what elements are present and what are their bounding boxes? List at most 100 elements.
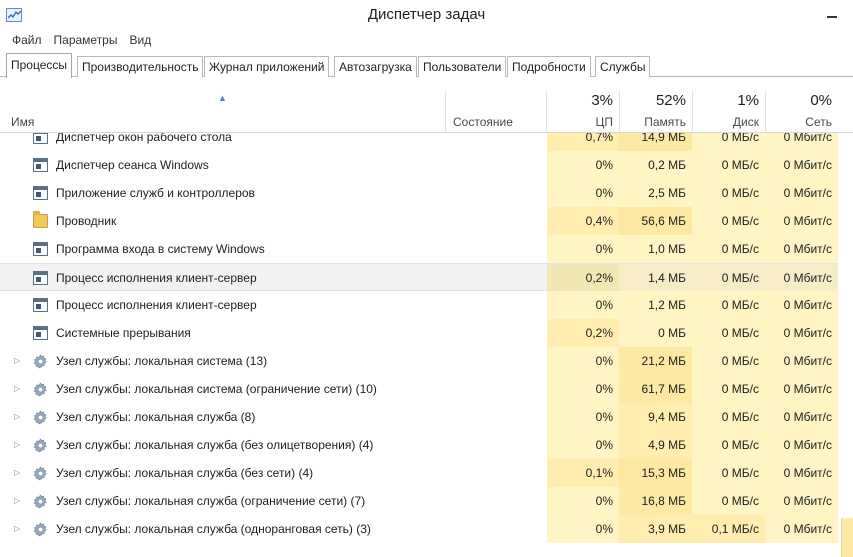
table-row-selected[interactable]: Процесс исполнения клиент-сервер 0,2% 1,… <box>0 263 838 292</box>
window-title: Диспетчер задач <box>367 6 486 23</box>
tab-strip: Процессы Производительность Журнал прило… <box>0 53 853 78</box>
network-value: 0 Мбит/с <box>765 403 838 431</box>
process-list: Диспетчер окон рабочего стола 0,7% 14,9 … <box>0 133 853 543</box>
disk-value: 0 МБ/с <box>692 375 765 403</box>
gear-icon <box>33 466 48 481</box>
table-row[interactable]: Процесс исполнения клиент-сервер 0% 1,2 … <box>0 291 838 319</box>
network-value: 0 Мбит/с <box>765 179 838 207</box>
tab-performance[interactable]: Производительность <box>77 56 204 77</box>
table-row[interactable]: Системные прерывания 0,2% 0 МБ 0 МБ/с 0 … <box>0 319 838 347</box>
process-name: Диспетчер сеанса Windows <box>56 158 209 172</box>
memory-value: 14,9 МБ <box>619 133 692 151</box>
gear-icon <box>33 494 48 509</box>
disk-value: 0 МБ/с <box>692 179 765 207</box>
expand-chevron-icon[interactable]: ▷ <box>14 487 20 515</box>
header-name[interactable]: Имя <box>11 115 34 129</box>
header-memory-percent[interactable]: 52% <box>619 92 686 109</box>
memory-value: 0 МБ <box>619 319 692 347</box>
folder-icon <box>33 211 48 228</box>
tab-startup[interactable]: Автозагрузка <box>334 56 417 77</box>
cpu-value: 0% <box>547 403 619 431</box>
cpu-value: 0% <box>547 515 619 543</box>
process-name: Проводник <box>56 214 117 228</box>
title-bar[interactable]: Диспетчер задач <box>0 0 853 31</box>
tab-services[interactable]: Службы <box>595 56 651 77</box>
network-value: 0 Мбит/с <box>765 487 838 515</box>
menu-view[interactable]: Вид <box>123 31 157 51</box>
process-name: Узел службы: локальная система (ограниче… <box>56 382 377 396</box>
table-row[interactable]: Диспетчер сеанса Windows 0% 0,2 МБ 0 МБ/… <box>0 151 838 179</box>
table-row[interactable]: Программа входа в систему Windows 0% 1,0… <box>0 235 838 263</box>
process-name: Системные прерывания <box>56 326 191 340</box>
network-value: 0 Мбит/с <box>765 264 838 292</box>
cpu-value: 0% <box>547 487 619 515</box>
expand-chevron-icon[interactable]: ▷ <box>14 431 20 459</box>
table-row[interactable]: ▷ Узел службы: локальная система (13) 0%… <box>0 347 838 375</box>
disk-value: 0,1 МБ/с <box>692 515 765 543</box>
gear-icon <box>33 410 48 425</box>
tab-details[interactable]: Подробности <box>507 56 591 77</box>
header-network[interactable]: Сеть <box>765 115 832 129</box>
header-disk-percent[interactable]: 1% <box>692 92 759 109</box>
table-row[interactable]: ▷ Узел службы: локальная служба (огранич… <box>0 487 838 515</box>
memory-value: 1,4 МБ <box>619 264 692 292</box>
table-row[interactable]: Проводник 0,4% 56,6 МБ 0 МБ/с 0 Мбит/с <box>0 207 838 235</box>
network-value: 0 Мбит/с <box>765 133 838 151</box>
disk-value: 0 МБ/с <box>692 151 765 179</box>
table-row[interactable]: ▷ Узел службы: локальная служба (одноран… <box>0 515 838 543</box>
memory-value: 15,3 МБ <box>619 459 692 487</box>
menu-file[interactable]: Файл <box>6 31 48 51</box>
header-disk[interactable]: Диск <box>692 115 759 129</box>
table-row[interactable]: ▷ Узел службы: локальная служба (8) 0% 9… <box>0 403 838 431</box>
disk-value: 0 МБ/с <box>692 487 765 515</box>
table-row[interactable]: ▷ Узел службы: локальная служба (без оли… <box>0 431 838 459</box>
network-value: 0 Мбит/с <box>765 319 838 347</box>
cpu-value: 0% <box>547 347 619 375</box>
disk-value: 0 МБ/с <box>692 431 765 459</box>
expand-chevron-icon[interactable]: ▷ <box>14 459 20 487</box>
network-value: 0 Мбит/с <box>765 291 838 319</box>
column-divider[interactable] <box>445 91 446 132</box>
gear-icon <box>33 438 48 453</box>
table-row[interactable]: Приложение служб и контроллеров 0% 2,5 М… <box>0 179 838 207</box>
cpu-value: 0% <box>547 291 619 319</box>
process-name: Узел службы: локальная служба (ограничен… <box>56 494 366 508</box>
menu-options[interactable]: Параметры <box>48 31 124 51</box>
tab-app-history[interactable]: Журнал приложений <box>204 56 330 77</box>
table-row[interactable]: ▷ Узел службы: локальная служба (без сет… <box>0 459 838 487</box>
scrollbar-thumb[interactable] <box>841 518 853 557</box>
network-value: 0 Мбит/с <box>765 459 838 487</box>
memory-value: 9,4 МБ <box>619 403 692 431</box>
header-cpu[interactable]: ЦП <box>547 115 613 129</box>
app-window-icon <box>33 298 48 312</box>
tab-users[interactable]: Пользователи <box>418 56 507 77</box>
process-name: Приложение служб и контроллеров <box>56 186 255 200</box>
expand-chevron-icon[interactable]: ▷ <box>14 403 20 431</box>
expand-chevron-icon[interactable]: ▷ <box>14 347 20 375</box>
header-cpu-percent[interactable]: 3% <box>547 92 613 109</box>
cpu-value: 0,2% <box>547 319 619 347</box>
memory-value: 1,0 МБ <box>619 235 692 263</box>
expand-chevron-icon[interactable]: ▷ <box>14 515 20 543</box>
cpu-value: 0% <box>547 431 619 459</box>
disk-value: 0 МБ/с <box>692 291 765 319</box>
memory-value: 56,6 МБ <box>619 207 692 235</box>
gear-icon <box>33 382 48 397</box>
header-status[interactable]: Состояние <box>453 115 513 129</box>
disk-value: 0 МБ/с <box>692 133 765 151</box>
cpu-value: 0% <box>547 179 619 207</box>
memory-value: 61,7 МБ <box>619 375 692 403</box>
cpu-value: 0,7% <box>547 133 619 151</box>
app-window-icon <box>33 271 48 285</box>
table-row[interactable]: ▷ Узел службы: локальная система (ограни… <box>0 375 838 403</box>
network-value: 0 Мбит/с <box>765 375 838 403</box>
process-name: Узел службы: локальная служба (без сети)… <box>56 466 314 480</box>
expand-chevron-icon[interactable]: ▷ <box>14 375 20 403</box>
header-memory[interactable]: Память <box>619 115 686 129</box>
disk-value: 0 МБ/с <box>692 235 765 263</box>
minimize-icon[interactable] <box>825 8 839 20</box>
table-row[interactable]: Диспетчер окон рабочего стола 0,7% 14,9 … <box>0 133 838 151</box>
header-network-percent[interactable]: 0% <box>765 92 832 109</box>
cpu-value: 0% <box>547 235 619 263</box>
tab-processes[interactable]: Процессы <box>6 53 73 78</box>
